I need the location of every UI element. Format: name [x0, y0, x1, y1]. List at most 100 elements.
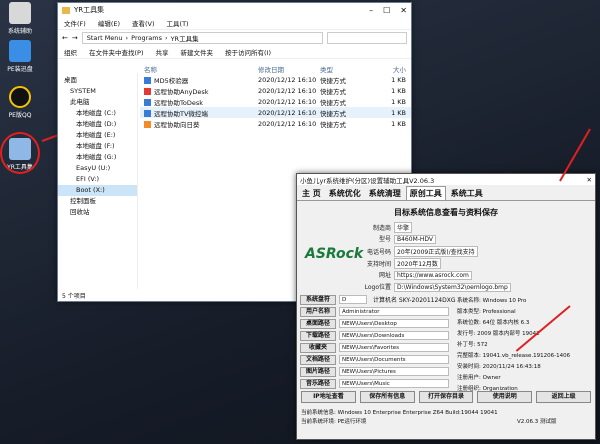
new-folder-button[interactable]: 新建文件夹 [181, 47, 214, 57]
tool-titlebar: 小鱼儿yr系统维护(分区)设置辅助工具V2.06.3 ✕ [297, 174, 595, 185]
tab-optimize[interactable]: 系统优化 [326, 187, 364, 200]
right-info-row: 系统位数: 64位 版本内核 6.3 [457, 320, 530, 326]
menu-file[interactable]: 文件(F) [64, 18, 86, 28]
tab-home[interactable]: 主 页 [299, 187, 324, 200]
nav-item[interactable]: 此电脑 [58, 97, 137, 108]
menu-tools[interactable]: 工具(T) [167, 18, 189, 28]
file-row[interactable]: 远程协助TV微控端 2020/12/12 16:10 快捷方式 1 KB [140, 107, 411, 118]
column-date[interactable]: 修改日期 [258, 64, 320, 74]
shortcut-icon [144, 120, 151, 128]
back-button[interactable]: 返回上级 [536, 391, 591, 403]
nav-item[interactable]: 本地磁盘 (G:) [58, 152, 137, 163]
desktop-icon-system-helper[interactable]: 系统辅助 [2, 2, 38, 35]
system-tool-window: 小鱼儿yr系统维护(分区)设置辅助工具V2.06.3 ✕ 主 页 系统优化 系统清… [296, 173, 596, 440]
info-support: 支持时间 2020年12月数 [357, 258, 441, 269]
nav-item[interactable]: 控制面板 [58, 196, 137, 207]
label-desktop-path[interactable]: 桌面路径 [300, 319, 336, 329]
folder-icon [62, 6, 70, 14]
system-helper-icon [9, 2, 31, 24]
tab-original-tools[interactable]: 原创工具 [405, 186, 446, 200]
label-download-path[interactable]: 下载路径 [300, 331, 336, 341]
quick-access-button[interactable]: 按于访问所有(I) [225, 47, 271, 57]
nav-item[interactable]: 本地磁盘 (F:) [58, 141, 137, 152]
file-list-header: 名称 修改日期 类型 大小 [140, 63, 411, 74]
shortcut-icon [144, 98, 151, 106]
download-path-field[interactable]: NEW\Users\Downloads [339, 331, 449, 340]
find-in-folder-button[interactable]: 在文件夹中查找(P) [89, 47, 144, 57]
right-info-row: 系统名称: Windows 10 Pro [457, 298, 527, 304]
shortcut-icon [144, 87, 151, 95]
tool-tabs: 主 页 系统优化 系统清理 原创工具 系统工具 [297, 185, 595, 201]
oem-logo: ASRock [305, 246, 364, 262]
desktop-icon-pe-qq[interactable]: PE版QQ [2, 86, 38, 119]
organize-button[interactable]: 组织 [64, 47, 77, 57]
right-info-row: 安装时间: 2020/11/24 16:43:18 [457, 364, 541, 370]
status-environment: 当前系统环境: PE运行环境 [301, 419, 367, 425]
file-row[interactable]: MD5校验器 2020/12/12 16:10 快捷方式 1 KB [140, 74, 411, 85]
label-music-path[interactable]: 音乐路径 [300, 379, 336, 389]
menu-bar: 文件(F) 编辑(E) 查看(V) 工具(T) [58, 17, 411, 29]
favorites-path-field[interactable]: NEW\Users\Favorites [339, 343, 449, 352]
qq-penguin-icon [9, 86, 31, 108]
info-logo-path: Logo位置 D:\Windows\System32\oemlogo.bmp [357, 282, 511, 292]
label-documents-path[interactable]: 文档路径 [300, 355, 336, 365]
nav-item[interactable]: Boot (X:) [58, 185, 137, 196]
version-label: V2.06.3 测试版 [517, 419, 557, 425]
toolbar: 组织 在文件夹中查找(P) 共享 新建文件夹 按于访问所有(I) [58, 45, 411, 59]
back-icon[interactable]: ← [62, 34, 68, 42]
menu-edit[interactable]: 编辑(E) [98, 18, 120, 28]
column-name[interactable]: 名称 [140, 64, 258, 74]
nav-item[interactable]: 回收站 [58, 207, 137, 218]
column-size[interactable]: 大小 [376, 64, 406, 74]
file-row[interactable]: 远程协助向日葵 2020/12/12 16:10 快捷方式 1 KB [140, 118, 411, 129]
search-input[interactable] [327, 31, 407, 44]
share-button[interactable]: 共享 [156, 47, 169, 57]
menu-view[interactable]: 查看(V) [132, 18, 155, 28]
label-username: 用户名称 [300, 307, 336, 317]
pictures-path-field[interactable]: NEW\Users\Pictures [339, 367, 449, 376]
status-system-info: 当前系统信息: Windows 10 Enterprise Enterprise… [301, 410, 498, 416]
label-system-drive: 系统盘符 [300, 295, 336, 305]
file-row[interactable]: 远程协助ToDesk 2020/12/12 16:10 快捷方式 1 KB [140, 96, 411, 107]
right-info-row: 发行号: 2009 版本内部号 19042 [457, 331, 540, 337]
documents-path-field[interactable]: NEW\Users\Documents [339, 355, 449, 364]
help-button[interactable]: 使用说明 [477, 391, 533, 403]
section-heading: 目标系统信息查看与资料保存 [394, 208, 498, 217]
right-info-row: 注册用户: Owner [457, 375, 501, 381]
info-model: 型号 B460M-HDV [357, 234, 437, 244]
info-phone: 电话号码 20年(2009正式版)/查找支持 [357, 246, 478, 257]
minimize-button[interactable]: – [369, 6, 373, 15]
nav-item[interactable]: 本地磁盘 (D:) [58, 119, 137, 130]
nav-item[interactable]: EFI (V:) [58, 174, 137, 185]
system-drive-select[interactable]: D [339, 295, 367, 304]
forward-icon[interactable]: → [72, 34, 78, 42]
nav-item[interactable]: 本地磁盘 (C:) [58, 108, 137, 119]
address-bar[interactable]: Start Menu › Programs › YR工具集 [81, 31, 323, 44]
nav-item[interactable]: SYSTEM [58, 86, 137, 97]
tab-clean[interactable]: 系统清理 [366, 187, 404, 200]
nav-item[interactable]: 本地磁盘 (E:) [58, 130, 137, 141]
address-row: ← → Start Menu › Programs › YR工具集 [58, 29, 411, 45]
nav-item[interactable]: 桌面 [58, 75, 137, 86]
close-button[interactable]: ✕ [400, 6, 407, 15]
open-save-dir-button[interactable]: 打开保存目录 [418, 391, 474, 403]
action-buttons: IP地址查看 保存所有信息 打开保存目录 使用说明 返回上级 [301, 391, 591, 403]
right-info-row: 补丁号: 572 [457, 342, 488, 348]
ip-view-button[interactable]: IP地址查看 [301, 391, 356, 403]
close-button[interactable]: ✕ [587, 176, 592, 184]
save-all-button[interactable]: 保存所有信息 [359, 391, 415, 403]
maximize-button[interactable]: ☐ [383, 6, 390, 15]
column-type[interactable]: 类型 [320, 64, 376, 74]
file-row[interactable]: 远程协助AnyDesk 2020/12/12 16:10 快捷方式 1 KB [140, 85, 411, 96]
label-pictures-path[interactable]: 图片路径 [300, 367, 336, 377]
desktop-path-field[interactable]: NEW\Users\Desktop [339, 319, 449, 328]
desktop-icon-pe-xunlei[interactable]: PE装迅盘 [2, 40, 38, 73]
music-path-field[interactable]: NEW\Users\Music [339, 379, 449, 388]
nav-item[interactable]: EasyU (U:) [58, 163, 137, 174]
label-favorites[interactable]: 收藏夹 [300, 343, 336, 353]
info-website: 网址 https://www.asrock.com [357, 270, 472, 280]
status-bar: 5 个项目 [62, 293, 86, 300]
username-field[interactable]: Administrator [339, 307, 449, 316]
tab-system-tools[interactable]: 系统工具 [448, 187, 486, 200]
explorer-titlebar: YR工具集 – ☐ ✕ [58, 3, 411, 17]
